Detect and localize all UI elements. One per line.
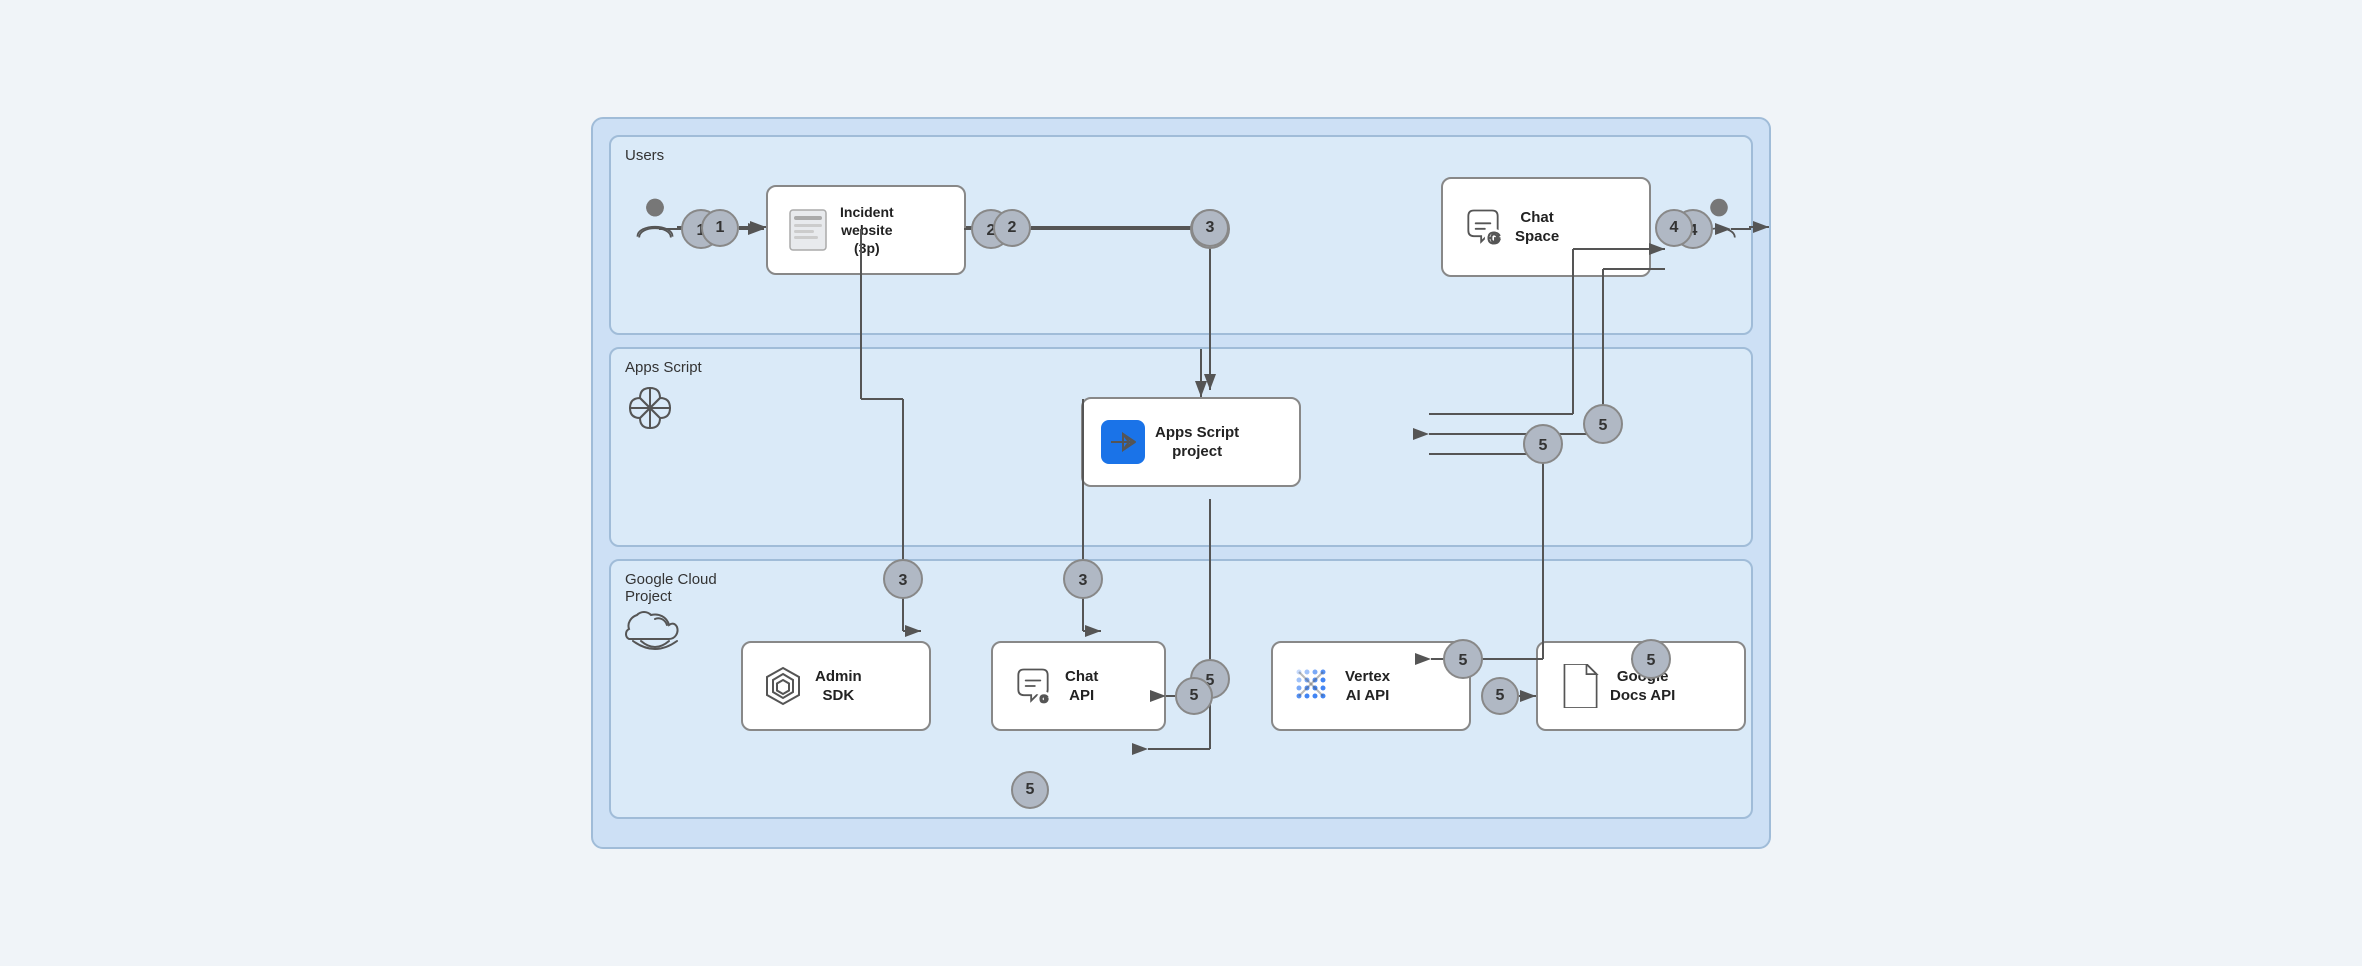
admin-sdk-label: AdminSDK: [815, 667, 862, 706]
chat-api-icon: [1011, 664, 1055, 708]
step-1-circle: 1: [701, 209, 739, 247]
incident-website-node: Incidentwebsite(3p): [766, 185, 966, 275]
step-5-vertex-circle: 5: [1481, 677, 1519, 715]
admin-sdk-icon: [761, 664, 805, 708]
step-5-chat-api-circle: 5: [1175, 677, 1213, 715]
users-label: Users: [625, 147, 664, 164]
chat-space-node: ChatSpace: [1441, 177, 1651, 277]
user-person-left: [633, 197, 677, 241]
step-5-bottom-circle: 5: [1011, 771, 1049, 809]
apps-script-section: Apps Script: [609, 347, 1753, 547]
user-person-right: [1697, 197, 1741, 241]
chat-api-label: ChatAPI: [1065, 667, 1098, 706]
diagram-container: Users 1 Inc: [591, 117, 1771, 849]
chat-space-icon: [1461, 205, 1505, 249]
google-cloud-label: Google CloudProject: [625, 571, 717, 605]
users-section: Users 1 Inc: [609, 135, 1753, 335]
google-docs-node: GoogleDocs API: [1536, 641, 1746, 731]
vertex-ai-label: VertexAI API: [1345, 667, 1390, 706]
incident-website-icon: [786, 208, 830, 252]
vertex-ai-icon: [1291, 664, 1335, 708]
apps-script-project-icon: [1101, 420, 1145, 464]
admin-sdk-node: AdminSDK: [741, 641, 931, 731]
step-3-users-circle: 3: [1191, 209, 1229, 247]
google-cloud-section: Google CloudProject Admin: [609, 559, 1753, 819]
chat-api-node: ChatAPI: [991, 641, 1166, 731]
apps-script-project-label: Apps Scriptproject: [1155, 423, 1239, 462]
apps-script-section-icon: [625, 383, 675, 438]
step-4-circle: 4: [1655, 209, 1693, 247]
chat-space-label: ChatSpace: [1515, 208, 1559, 247]
incident-website-label: Incidentwebsite(3p): [840, 203, 894, 258]
apps-script-project-node: Apps Scriptproject: [1081, 397, 1301, 487]
vertex-ai-node: VertexAI API: [1271, 641, 1471, 731]
google-cloud-icon: [625, 611, 685, 662]
step-2-circle: 2: [993, 209, 1031, 247]
apps-script-label: Apps Script: [625, 359, 702, 376]
google-docs-icon: [1556, 664, 1600, 708]
google-docs-label: GoogleDocs API: [1610, 667, 1675, 706]
